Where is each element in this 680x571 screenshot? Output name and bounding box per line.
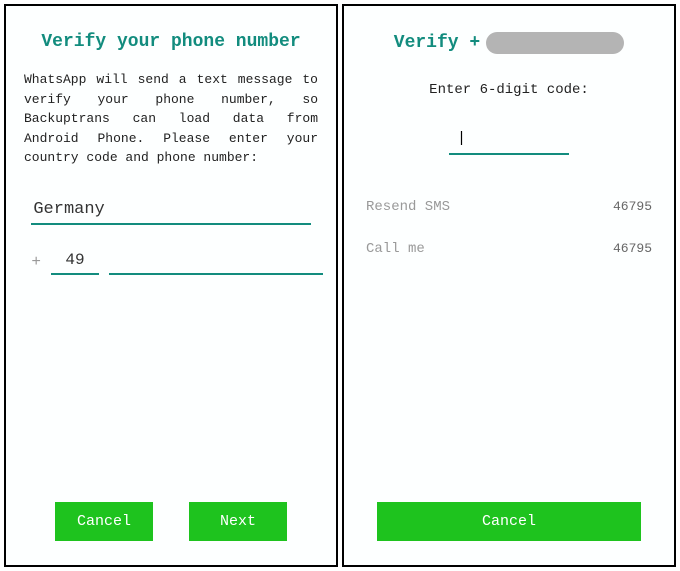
resend-sms-row[interactable]: Resend SMS 46795 [362, 199, 656, 215]
plus-prefix: + [31, 253, 41, 275]
cancel-button[interactable]: Cancel [377, 502, 642, 541]
phone-number-input[interactable] [109, 247, 323, 275]
phone-row: + [31, 247, 310, 275]
resend-sms-label: Resend SMS [366, 199, 450, 215]
instruction-text: WhatsApp will send a text message to ver… [24, 70, 318, 168]
verification-code-input[interactable] [449, 124, 569, 155]
verify-code-pane: Verify + Enter 6-digit code: Resend SMS … [342, 4, 676, 567]
verify-number-pane: Verify your phone number WhatsApp will s… [4, 4, 338, 567]
enter-code-label: Enter 6-digit code: [362, 82, 656, 98]
country-code-input[interactable] [51, 247, 99, 275]
next-button[interactable]: Next [189, 502, 287, 541]
country-input[interactable] [31, 196, 310, 225]
call-me-label: Call me [366, 241, 425, 257]
button-row: Cancel Next [24, 502, 318, 541]
redacted-number [486, 32, 624, 54]
resend-sms-timer: 46795 [613, 199, 652, 215]
call-me-timer: 46795 [613, 241, 652, 257]
title-row: Verify + [362, 32, 656, 54]
page-title: Verify + [394, 33, 480, 53]
cancel-button[interactable]: Cancel [55, 502, 153, 541]
page-title: Verify your phone number [24, 32, 318, 52]
call-me-row[interactable]: Call me 46795 [362, 241, 656, 257]
